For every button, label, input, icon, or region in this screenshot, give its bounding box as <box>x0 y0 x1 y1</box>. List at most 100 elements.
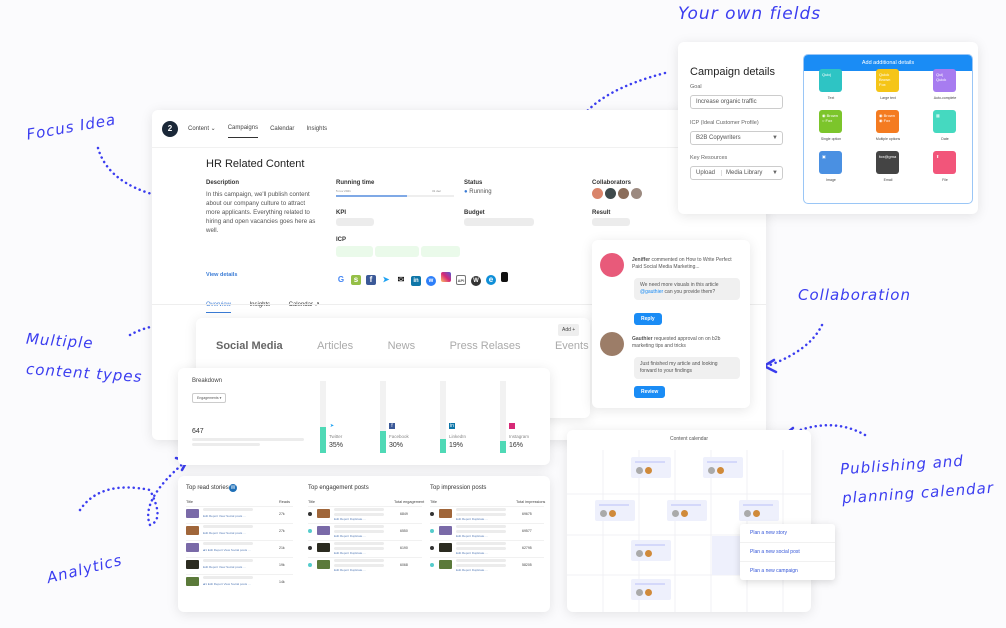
row-actions[interactable]: Edit Report View Social posts ··· <box>203 565 246 569</box>
channel-percent: 30% <box>389 442 404 449</box>
reply-button[interactable]: Reply <box>634 313 662 325</box>
email-icon[interactable]: ✉ <box>396 275 406 285</box>
post-thumbnail[interactable] <box>439 543 452 552</box>
author-avatar <box>645 550 652 557</box>
plan-story-item[interactable]: Plan a new story <box>740 524 835 543</box>
resources-select[interactable]: Upload Media Library ▼ <box>690 166 783 180</box>
calendar-event[interactable] <box>631 540 671 561</box>
media-library-option[interactable]: Media Library <box>721 170 763 176</box>
post-thumbnail[interactable] <box>317 560 330 569</box>
column-header-title[interactable]: Title <box>308 500 315 504</box>
row-actions[interactable]: Edit Report Duplicate ··· <box>334 534 366 538</box>
content-type-social-media[interactable]: Social Media <box>216 340 283 352</box>
field-type-text[interactable]: Quic| <box>819 69 842 92</box>
nav-campaigns[interactable]: Campaigns <box>227 119 259 138</box>
calendar-event[interactable] <box>739 500 779 521</box>
avatar-gauthier[interactable] <box>600 332 624 356</box>
channel-bar-fill <box>500 441 506 453</box>
post-thumbnail[interactable] <box>317 543 330 552</box>
field-type-file[interactable]: ⬆ <box>933 151 956 174</box>
calendar-event[interactable] <box>667 500 707 521</box>
webflow-icon[interactable]: w <box>426 276 436 286</box>
avatar-jeniffer[interactable] <box>600 253 624 277</box>
drupal-icon[interactable]: e <box>486 275 496 285</box>
row-actions[interactable]: Edit Report Duplicate ··· <box>456 551 488 555</box>
content-type-news[interactable]: News <box>388 340 416 352</box>
column-header-title[interactable]: Title <box>186 500 193 504</box>
calendar-event[interactable] <box>631 579 671 600</box>
review-button[interactable]: Review <box>634 386 666 398</box>
post-thumbnail[interactable] <box>186 543 199 552</box>
shopify-icon[interactable]: s <box>351 275 361 285</box>
app-logo[interactable]: 2 <box>162 120 178 137</box>
row-actions[interactable]: Edit Report Duplicate ··· <box>456 517 488 521</box>
mention-link[interactable]: @gauthier <box>640 289 663 295</box>
instagram-icon[interactable] <box>441 272 451 282</box>
row-actions[interactable]: Edit Report Duplicate ··· <box>456 534 488 538</box>
google-icon[interactable]: G <box>336 275 346 285</box>
column-header-value[interactable]: Reads <box>279 500 290 504</box>
nav-insights[interactable]: Insights <box>306 120 327 138</box>
view-details-link[interactable]: View details <box>206 272 237 278</box>
plan-campaign-item[interactable]: Plan a new campaign <box>740 562 835 580</box>
channel-bar-fill <box>320 427 326 453</box>
row-actions[interactable]: Edit Report Duplicate ··· <box>334 568 366 572</box>
post-thumbnail[interactable] <box>186 560 199 569</box>
field-type-large-text[interactable]: Quick Brown Fox <box>876 69 899 92</box>
post-thumbnail[interactable] <box>439 526 452 535</box>
field-type-auto-complete[interactable]: Qui| Quick <box>933 69 956 92</box>
row-actions[interactable]: Edit Report View Social posts ··· <box>203 514 246 518</box>
row-actions[interactable]: ▰1 Edit Report View Social posts ··· <box>203 548 251 552</box>
goal-input[interactable]: Increase organic traffic <box>690 95 783 109</box>
wordpress-icon[interactable]: W <box>471 276 481 286</box>
row-actions[interactable]: Edit Report View Social posts ··· <box>203 531 246 535</box>
post-thumbnail[interactable] <box>186 526 199 535</box>
nav-content[interactable]: Content ⌄ <box>188 119 216 138</box>
top-posts-card: Top read stories W Title Reads Edit Report V… <box>178 476 550 612</box>
calendar-title: Content calendar <box>669 436 709 442</box>
column-header-title[interactable]: Title <box>430 500 437 504</box>
plan-social-post-item[interactable]: Plan a new social post <box>740 543 835 562</box>
calendar-event[interactable] <box>703 457 743 478</box>
post-thumbnail[interactable] <box>439 509 452 518</box>
row-actions[interactable]: Edit Report Duplicate ··· <box>334 517 366 521</box>
column-header-value[interactable]: Total impressions <box>516 500 545 504</box>
field-type-image[interactable]: ▣ <box>819 151 842 174</box>
post-thumbnail[interactable] <box>317 509 330 518</box>
nav-calendar[interactable]: Calendar <box>270 120 294 138</box>
skeleton-line <box>334 513 384 516</box>
post-thumbnail[interactable] <box>317 526 330 535</box>
avatar[interactable] <box>592 188 603 199</box>
linkedin-icon[interactable]: in <box>411 276 421 286</box>
upload-option[interactable]: Upload <box>696 170 715 176</box>
field-type-email[interactable]: fox@gma <box>876 151 899 174</box>
post-thumbnail[interactable] <box>439 560 452 569</box>
metric-select[interactable]: Engagements ▾ <box>192 393 227 403</box>
calendar-event[interactable] <box>631 457 671 478</box>
author-avatar <box>672 510 679 517</box>
description-text: In this campaign, we'll publish content … <box>206 191 316 234</box>
row-actions[interactable]: ▰1 Edit Report View Social posts ··· <box>203 582 251 586</box>
avatar[interactable] <box>631 188 642 199</box>
content-type-press-releases[interactable]: Press Relases <box>450 340 521 352</box>
post-thumbnail[interactable] <box>186 577 199 586</box>
icp-select[interactable]: B2B Copywriters ▼ <box>690 131 783 145</box>
mobile-icon[interactable] <box>501 272 508 282</box>
calendar-event[interactable] <box>595 500 635 521</box>
api-icon[interactable]: API <box>456 275 466 285</box>
avatar[interactable] <box>605 188 616 199</box>
post-thumbnail[interactable] <box>186 509 199 518</box>
column-header-value[interactable]: Total engagement <box>394 500 424 504</box>
avatar[interactable] <box>618 188 629 199</box>
field-type-date[interactable]: ▦ <box>933 110 956 133</box>
field-type-multiple-options[interactable]: ◉ Brown ◉ Fox <box>876 110 899 133</box>
facebook-icon[interactable]: f <box>366 275 376 285</box>
row-actions[interactable]: Edit Report Duplicate ··· <box>334 551 366 555</box>
dropdown-arrow-icon: ▼ <box>772 170 778 176</box>
field-type-single-option[interactable]: ◉ Brown ○ Fox <box>819 110 842 133</box>
add-content-type-button[interactable]: Add + <box>558 324 580 336</box>
content-type-articles[interactable]: Articles <box>317 340 353 352</box>
twitter-icon[interactable]: ➤ <box>381 275 391 285</box>
content-type-events[interactable]: Events <box>555 340 589 352</box>
row-actions[interactable]: Edit Report Duplicate ··· <box>456 568 488 572</box>
